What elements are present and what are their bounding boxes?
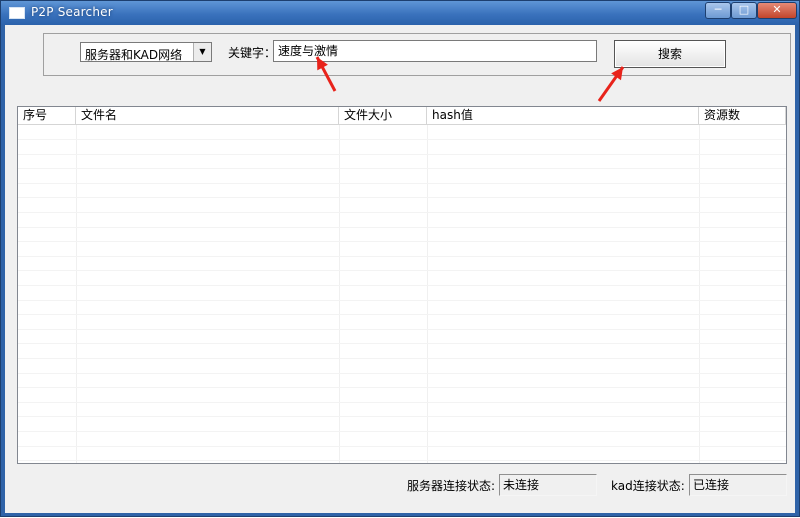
annotation-arrow-head: [611, 67, 623, 81]
annotation-arrows: [315, 56, 625, 102]
app-window: P2P Searcher ─ □ ✕ 服务器和KAD网络 ▼ 关键字： 速度与激…: [0, 0, 800, 517]
